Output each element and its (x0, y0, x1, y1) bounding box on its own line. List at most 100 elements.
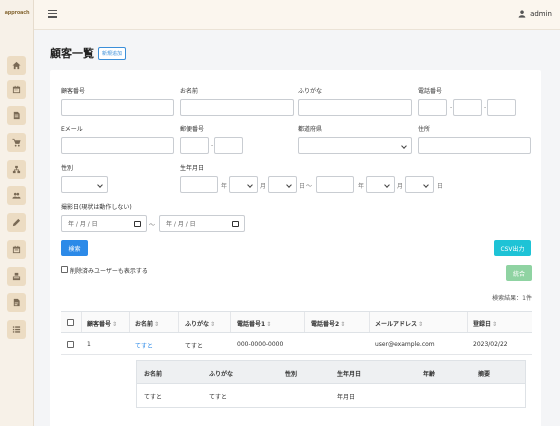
phone-input-2[interactable] (453, 99, 482, 116)
birth-day-to-select[interactable] (405, 176, 434, 193)
user-name: admin (530, 10, 552, 18)
year-unit-1: 年 (221, 183, 228, 190)
user-icon (518, 10, 526, 18)
table-header: 顧客番号⇕ お名前⇕ ふりがな⇕ 電話番号1⇕ 電話番号2⇕ メールアドレス⇕ … (61, 311, 532, 333)
col-name[interactable]: お名前⇕ (135, 319, 159, 328)
birthdate-label: 生年月日 (180, 165, 205, 172)
day-unit-2: 日 (437, 183, 444, 190)
select-all-checkbox[interactable] (67, 319, 74, 326)
sidebar-item-network[interactable] (7, 160, 26, 179)
shoot-range-sep: 〜 (149, 222, 156, 229)
sidebar-item-cart[interactable] (7, 133, 26, 152)
col-furigana[interactable]: ふりがな⇕ (185, 319, 215, 328)
col-email[interactable]: メールアドレス⇕ (375, 319, 423, 328)
col-customer-no[interactable]: 顧客番号⇕ (87, 319, 117, 328)
birth-year-to-input[interactable] (316, 176, 354, 193)
gender-select[interactable] (61, 176, 108, 193)
birth-month-to-select[interactable] (366, 176, 395, 193)
document-icon (13, 111, 20, 120)
include-deleted-label: 削除済みユーザーも表示する (70, 268, 148, 275)
gender-label: 性別 (61, 165, 74, 172)
col-phone2[interactable]: 電話番号2⇕ (311, 319, 345, 328)
row-customer-no: 1 (87, 341, 91, 348)
sidebar-item-calendar[interactable] (7, 80, 26, 99)
name-input[interactable] (180, 99, 294, 116)
list-icon (12, 326, 21, 333)
zip-input-1[interactable] (180, 137, 209, 154)
prefecture-label: 都道府県 (298, 126, 323, 133)
merge-button[interactable]: 統合 (506, 265, 532, 281)
detail-name: てすと (144, 394, 163, 401)
sidebar-item-users[interactable] (7, 186, 26, 205)
birth-range-sep: 〜 (306, 183, 313, 190)
prefecture-select[interactable] (298, 137, 412, 154)
row-phone1: 000-0000-0000 (237, 341, 284, 348)
birth-day-from-select[interactable] (268, 176, 297, 193)
name-label: お名前 (180, 88, 199, 95)
calendar-icon (12, 85, 21, 94)
sidebar-item-list[interactable] (7, 320, 26, 339)
col-registered[interactable]: 登録日⇕ (473, 319, 497, 328)
birth-year-from-input[interactable] (180, 176, 218, 193)
furigana-input[interactable] (298, 99, 412, 116)
month-unit-2: 月 (397, 183, 404, 190)
result-count: 検索結果：1件 (492, 295, 532, 302)
zip-label: 郵便番号 (180, 126, 205, 133)
calendar-picker-icon[interactable] (134, 221, 141, 227)
network-icon (12, 165, 21, 174)
phone-input-1[interactable] (418, 99, 447, 116)
sidebar-item-schedule[interactable] (7, 240, 26, 259)
detail-col-gender: 性別 (285, 371, 298, 378)
page-header: 顧客一覧 新規追加 (50, 45, 127, 61)
home-icon (12, 61, 21, 70)
shoot-date-to-input[interactable]: 年 / 月 / 日 (159, 215, 245, 232)
users-icon (12, 192, 21, 199)
col-phone1[interactable]: 電話番号1⇕ (237, 319, 271, 328)
customer-no-label: 顧客番号 (61, 88, 86, 95)
detail-table: お名前 ふりがな 性別 生年月日 年齢 摘要 てすと てすと 年月日 (136, 360, 526, 408)
email-label: Eメール (61, 126, 83, 133)
machine-icon (12, 272, 21, 281)
pen-icon (12, 218, 21, 227)
address-input[interactable] (418, 137, 531, 154)
row-name-link[interactable]: てすと (135, 341, 153, 350)
menu-toggle-icon[interactable] (48, 10, 57, 19)
new-customer-button[interactable]: 新規追加 (98, 46, 127, 60)
phone-input-3[interactable] (487, 99, 516, 116)
row-divider (61, 354, 532, 355)
calendar-picker-icon[interactable] (232, 221, 239, 227)
address-label: 住所 (418, 126, 431, 133)
furigana-label: ふりがな (298, 88, 323, 95)
month-unit-1: 月 (260, 183, 267, 190)
phone-sep-1: - (450, 104, 453, 111)
sidebar-item-home[interactable] (7, 56, 26, 75)
customer-no-input[interactable] (61, 99, 174, 116)
sidebar-item-document[interactable] (7, 106, 26, 125)
row-email: user@example.com (375, 341, 435, 348)
zip-sep: - (211, 142, 214, 149)
csv-export-button[interactable]: CSV出力 (494, 240, 531, 256)
search-button[interactable]: 検索 (61, 240, 88, 256)
sidebar: approach (0, 0, 34, 426)
date-placeholder-from: 年 / 月 / 日 (68, 221, 98, 228)
sidebar-item-edit[interactable] (7, 213, 26, 232)
detail-col-furigana: ふりがな (209, 371, 234, 378)
birth-month-from-select[interactable] (229, 176, 258, 193)
include-deleted-checkbox[interactable] (61, 266, 68, 273)
phone-sep-2: - (484, 104, 487, 111)
row-checkbox[interactable] (67, 341, 74, 348)
phone-label: 電話番号 (418, 88, 443, 95)
row-registered: 2023/02/22 (473, 341, 508, 348)
sidebar-item-machine[interactable] (7, 267, 26, 286)
page-title: 顧客一覧 (50, 47, 94, 60)
report-icon (13, 298, 20, 307)
brand-logo: approach (4, 10, 30, 16)
date-placeholder-to: 年 / 月 / 日 (166, 221, 196, 228)
zip-input-2[interactable] (214, 137, 243, 154)
top-bar: admin (34, 0, 560, 30)
detail-col-name: お名前 (144, 371, 163, 378)
email-input[interactable] (61, 137, 174, 154)
user-menu[interactable]: admin (518, 10, 552, 18)
shoot-date-from-input[interactable]: 年 / 月 / 日 (61, 215, 147, 232)
sidebar-item-report[interactable] (7, 293, 26, 312)
